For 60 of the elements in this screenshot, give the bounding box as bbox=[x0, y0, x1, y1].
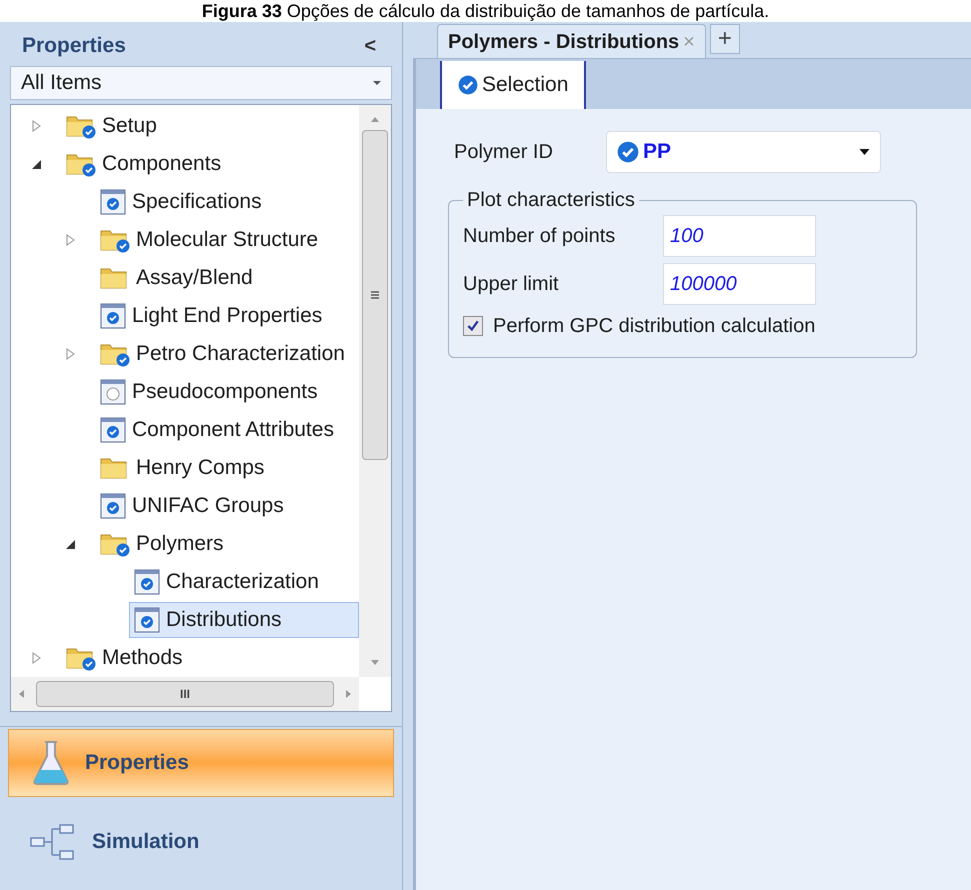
tree-item[interactable]: Assay/Blend bbox=[95, 260, 262, 296]
polymer-id-dropdown[interactable]: PP bbox=[606, 131, 881, 173]
dropdown-caret-icon bbox=[373, 81, 381, 85]
vertical-scrollbar[interactable] bbox=[359, 105, 391, 677]
tree-item[interactable]: Distributions bbox=[129, 602, 359, 638]
tree-item[interactable]: Methods bbox=[61, 640, 192, 676]
form-blank-icon bbox=[100, 379, 126, 405]
tree-item[interactable]: Components bbox=[61, 146, 230, 182]
collapsed-triangle-icon[interactable] bbox=[32, 652, 42, 664]
figure-caption: Figura 33 Opções de cálculo da distribuição de tamanhos de partícula. bbox=[202, 0, 770, 22]
collapsed-triangle-icon[interactable] bbox=[66, 234, 76, 246]
flask-icon bbox=[31, 740, 71, 786]
tree-item[interactable]: Molecular Structure bbox=[95, 222, 328, 258]
form-check-icon bbox=[100, 493, 126, 519]
group-title: Plot characteristics bbox=[466, 188, 636, 213]
scroll-down-arrow-icon[interactable] bbox=[371, 660, 379, 665]
expanded-triangle-icon[interactable] bbox=[32, 158, 42, 170]
nav-button[interactable]: Simulation bbox=[8, 803, 394, 881]
check-circle-icon bbox=[458, 75, 478, 95]
expanded-triangle-icon[interactable] bbox=[66, 538, 76, 550]
check-circle-icon bbox=[617, 141, 639, 163]
checkbox-label: Perform GPC distribution calculation bbox=[493, 314, 816, 339]
new-tab-button[interactable]: + bbox=[710, 24, 740, 54]
scroll-up-arrow-icon[interactable] bbox=[371, 117, 379, 122]
tree-item[interactable]: Henry Comps bbox=[95, 450, 274, 486]
form-check-icon bbox=[100, 303, 126, 329]
form-tab[interactable]: Selection bbox=[440, 61, 586, 109]
input-field[interactable]: 100000 bbox=[663, 263, 816, 305]
field-label: Upper limit bbox=[463, 272, 560, 297]
scroll-grip-icon bbox=[371, 291, 379, 299]
tree-item[interactable]: Petro Characterization bbox=[95, 336, 354, 372]
tree-item[interactable]: Setup bbox=[61, 108, 166, 144]
form-check-icon bbox=[134, 569, 160, 595]
input-field[interactable]: 100 bbox=[663, 215, 816, 257]
tree-item[interactable]: Light End Properties bbox=[95, 298, 332, 334]
tree-item[interactable]: UNIFAC Groups bbox=[95, 488, 293, 524]
scroll-left-arrow-icon[interactable] bbox=[19, 690, 24, 698]
document-tab[interactable]: Polymers - Distributions × bbox=[437, 24, 706, 58]
tree-item[interactable]: Characterization bbox=[129, 564, 328, 600]
checkbox[interactable] bbox=[463, 316, 483, 336]
field-label: Number of points bbox=[463, 224, 616, 249]
tree-item[interactable]: Component Attributes bbox=[95, 412, 343, 448]
tree-item[interactable]: Polymers bbox=[95, 526, 233, 562]
collapsed-triangle-icon[interactable] bbox=[32, 120, 42, 132]
tree-item[interactable]: Pseudocomponents bbox=[95, 374, 327, 410]
form-check-icon bbox=[100, 417, 126, 443]
tree-item[interactable]: Specifications bbox=[95, 184, 271, 220]
horizontal-scrollbar[interactable]: III bbox=[11, 677, 359, 711]
checkmark-icon bbox=[466, 319, 480, 333]
scroll-right-arrow-icon[interactable] bbox=[346, 690, 351, 698]
scroll-grip: III bbox=[180, 686, 190, 703]
nav-button[interactable]: Properties bbox=[8, 729, 394, 797]
dropdown-caret-icon bbox=[859, 149, 870, 155]
filter-dropdown[interactable]: All Items bbox=[10, 66, 392, 100]
form-check-icon bbox=[100, 189, 126, 215]
form-check-icon bbox=[134, 607, 160, 633]
collapse-button[interactable]: < bbox=[360, 31, 380, 61]
panel-title: Properties bbox=[22, 33, 126, 60]
field-label: Polymer ID bbox=[454, 140, 554, 165]
collapsed-triangle-icon[interactable] bbox=[66, 348, 76, 360]
